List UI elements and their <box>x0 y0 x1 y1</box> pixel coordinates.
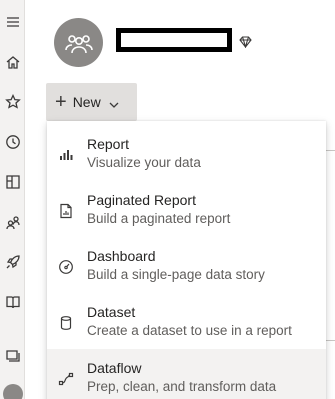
paginated-report-icon <box>58 203 74 219</box>
database-icon <box>58 315 74 331</box>
menu-item-title: Dashboard <box>87 248 156 264</box>
menu-item-description: Prep, clean, and transform data <box>87 379 277 394</box>
menu-item-description: Build a single-page data story <box>87 267 265 282</box>
workspace-avatar <box>54 18 103 67</box>
menu-item-title: Dataset <box>87 304 136 320</box>
book-icon[interactable] <box>0 288 25 316</box>
clock-icon[interactable] <box>0 128 25 156</box>
gauge-icon <box>58 259 74 275</box>
chevron-down-icon <box>109 97 119 108</box>
menu-item-title: Dataflow <box>87 360 142 376</box>
new-button[interactable]: + New <box>46 83 137 121</box>
menu-item-report[interactable]: Report Visualize your data <box>47 125 326 181</box>
menu-item-title: Report <box>87 136 130 152</box>
shared-icon[interactable] <box>0 208 25 236</box>
home-icon[interactable] <box>0 48 25 76</box>
menu-item-paginated-report[interactable]: Paginated Report Build a paginated repor… <box>47 181 326 237</box>
menu-item-description: Create a dataset to use in a report <box>87 323 292 338</box>
menu-item-dataflow[interactable]: Dataflow Prep, clean, and transform data <box>47 349 326 399</box>
menu-item-description: Build a paginated report <box>87 211 231 226</box>
menu-item-description: Visualize your data <box>87 155 201 170</box>
people-group-icon <box>64 34 93 53</box>
menu-item-dashboard[interactable]: Dashboard Build a single-page data story <box>47 237 326 293</box>
dataflow-icon <box>58 371 74 387</box>
apps-icon[interactable] <box>0 168 25 196</box>
rocket-icon[interactable] <box>0 248 25 276</box>
divider <box>326 340 335 341</box>
menu-item-title: Paginated Report <box>87 192 196 208</box>
new-button-label: New <box>72 94 101 110</box>
star-icon[interactable] <box>0 88 25 116</box>
divider <box>326 150 335 151</box>
left-nav <box>0 0 25 399</box>
workspaces-icon[interactable] <box>0 342 25 370</box>
user-avatar[interactable] <box>3 384 23 399</box>
plus-icon: + <box>55 91 67 113</box>
workspace-name-redacted <box>116 28 232 52</box>
menu-item-dataset[interactable]: Dataset Create a dataset to use in a rep… <box>47 293 326 349</box>
menu-icon[interactable] <box>0 8 25 36</box>
new-menu: Report Visualize your data Paginated Rep… <box>47 121 326 399</box>
diamond-icon <box>239 35 252 50</box>
bar-chart-icon <box>58 147 74 163</box>
workspace-page: + New Report Visualize your data Paginat… <box>0 0 335 399</box>
